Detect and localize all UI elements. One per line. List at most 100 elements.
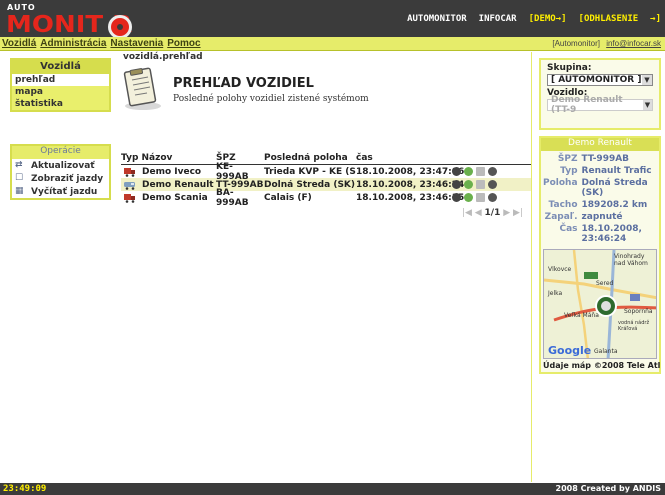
map-label: Sopornňa [624, 308, 653, 315]
op-show-trips[interactable]: ☐ Zobraziť jazdy [12, 172, 109, 185]
clock-icon[interactable] [464, 193, 473, 202]
table-row[interactable]: Demo Renault TT-999AB Dolná Streda (SK) … [121, 178, 531, 191]
detail-value: 18.10.2008, 23:46:24 [581, 224, 642, 244]
document-icon: ☐ [15, 173, 24, 183]
detail-value: TT-999AB [581, 154, 630, 164]
globe-icon[interactable] [452, 193, 461, 202]
globe-icon[interactable] [452, 167, 461, 176]
truck-icon [124, 167, 135, 177]
menu-nastavenia[interactable]: Nastavenia [110, 38, 163, 49]
vehicle-position: Dolná Streda (SK) [264, 179, 356, 190]
main-content: PREHĽAD VOZIDIEL Posledné polohy vozidie… [121, 62, 531, 482]
vehicle-name[interactable]: Demo Scania [142, 193, 208, 203]
map-label: Vlkovce [548, 266, 572, 273]
vehicle-map[interactable]: Vinohrady nad Váhom Vlkovce Sered Jelka … [543, 249, 657, 359]
nav-infocar-link[interactable]: INFOCAR [479, 14, 517, 24]
detail-row: Poloha Dolná Streda (SK) [541, 177, 659, 199]
vehicle-spz: KE-999AB [216, 161, 249, 182]
next-page-icon[interactable]: ▶ [503, 208, 510, 218]
vehicles-table: Typ Názov ŠPZ Posledná poloha čas Demo I… [121, 151, 531, 218]
list-icon[interactable] [476, 167, 485, 176]
col-type-name[interactable]: Typ Názov [121, 153, 216, 163]
main-menubar: Vozidlá Administrácia Nastavenia Pomoc [… [0, 37, 665, 51]
list-icon[interactable] [476, 180, 485, 189]
table-row[interactable]: Demo Scania BA-999AB Calais (F) 18.10.20… [121, 188, 531, 208]
nav-demo-link[interactable]: [DEMO→] [529, 14, 567, 24]
main-menu: Vozidlá Administrácia Nastavenia Pomoc [2, 38, 201, 49]
last-page-icon[interactable]: ▶| [513, 208, 523, 218]
nav-logout-link[interactable]: [ODHLASENIE [579, 14, 639, 24]
route-icon[interactable] [488, 180, 497, 189]
route-icon[interactable] [488, 167, 497, 176]
vehicle-spz: BA-999AB [216, 187, 249, 208]
created-by[interactable]: 2008 Created by ANDIS [556, 484, 661, 493]
group-select[interactable]: [ AUTOMONITOR ] ▼ [547, 74, 653, 86]
detail-key: Poloha [543, 178, 578, 188]
map-label: Galanta [594, 348, 618, 355]
menu-pomoc[interactable]: Pomoc [167, 38, 200, 49]
app-header: AUTO MONIT R AUTOMONITOR INFOCAR [DEMO→]… [0, 0, 665, 37]
user-account: [Automonitor] [552, 39, 600, 48]
filter-box: Skupina: [ AUTOMONITOR ] ▼ Vozidlo: Demo… [539, 58, 661, 130]
clock-icon[interactable] [464, 167, 473, 176]
sidebar-item-mapa[interactable]: mapa [12, 86, 109, 98]
app-footer: 23:49:09 2008 Created by ANDIS [0, 483, 665, 495]
operations-box: Operácie ⇄ Aktualizovať ☐ Zobraziť jazdy… [10, 144, 111, 200]
nav-logout-arrow[interactable]: →] [650, 14, 661, 24]
clock-icon[interactable] [464, 180, 473, 189]
detail-value: 189208.2 km [581, 200, 648, 210]
sidebar-item-statistika[interactable]: štatistika [12, 98, 109, 110]
vehicle-time: 18.10.2008, 23:46:15 [356, 192, 465, 203]
chevron-down-icon: ▼ [642, 75, 652, 85]
vehicles-nav-box: Vozidlá prehľad mapa štatistika [10, 58, 111, 112]
user-email-link[interactable]: info@infocar.sk [606, 39, 661, 48]
col-position[interactable]: Posledná poloha [264, 153, 356, 163]
op-refresh[interactable]: ⇄ Aktualizovať [12, 159, 109, 172]
detail-row: Typ Renault Trafic [541, 165, 659, 177]
pager: |◀ ◀ 1/1 ▶ ▶| [462, 208, 523, 218]
row-actions [452, 180, 527, 189]
logo-wheel-icon [108, 15, 132, 37]
vehicle-position: Trieda KVP - KE (SK) [264, 166, 356, 177]
op-refresh-label: Aktualizovať [31, 160, 95, 171]
route-icon[interactable] [488, 193, 497, 202]
right-sidebar: Skupina: [ AUTOMONITOR ] ▼ Vozidlo: Demo… [533, 52, 665, 482]
detail-key: Zapaľ. [544, 212, 578, 222]
list-icon[interactable] [476, 193, 485, 202]
table-row[interactable]: Demo Iveco KE-999AB Trieda KVP - KE (SK)… [121, 162, 531, 182]
van-icon [124, 181, 135, 190]
nav-automonitor-link[interactable]: AUTOMONITOR [407, 14, 467, 24]
vehicle-name[interactable]: Demo Iveco [142, 167, 201, 177]
group-select-value: [ AUTOMONITOR ] [551, 75, 642, 85]
col-time[interactable]: čas [356, 153, 452, 163]
globe-icon[interactable] [452, 180, 461, 189]
prev-page-icon[interactable]: ◀ [475, 208, 482, 218]
sidebar-item-prehlad[interactable]: prehľad [12, 74, 109, 86]
vehicle-name[interactable]: Demo Renault [142, 180, 214, 190]
google-logo[interactable]: Google [548, 344, 591, 357]
map-label: Jelka [548, 290, 563, 297]
top-navigation: AUTOMONITOR INFOCAR [DEMO→] [ODHLASENIE … [407, 14, 661, 24]
refresh-icon: ⇄ [15, 160, 23, 170]
op-read-trip-label: Vyčítať jazdu [31, 186, 98, 197]
first-page-icon[interactable]: |◀ [462, 208, 472, 218]
truck-icon [124, 193, 135, 203]
detail-row: Tacho 189208.2 km [541, 199, 659, 211]
row-actions [452, 167, 527, 176]
vehicle-position: Calais (F) [264, 192, 312, 203]
operations-title: Operácie [12, 146, 109, 159]
detail-value: Dolná Streda (SK) [581, 178, 648, 198]
vehicle-time: 18.10.2008, 23:46:24 [356, 179, 465, 190]
vehicle-detail-title: Demo Renault [541, 138, 659, 151]
vehicles-nav-title: Vozidlá [12, 60, 109, 74]
menu-vozidla[interactable]: Vozidlá [2, 38, 36, 49]
vehicle-select[interactable]: Demo Renault (TT-9 ▼ [547, 95, 653, 115]
page-subtitle: Posledné polohy vozidiel zistené systémo… [173, 94, 369, 104]
page-indicator: 1/1 [484, 208, 501, 218]
vehicle-select-value: Demo Renault (TT-9 [551, 95, 623, 115]
automonitor-logo[interactable]: AUTO MONIT R [4, 2, 164, 37]
op-read-trip[interactable]: ▦ Vyčítať jazdu [12, 185, 109, 198]
group-label: Skupina: [547, 63, 592, 73]
menu-administracia[interactable]: Administrácia [40, 38, 106, 49]
detail-key: ŠPZ [557, 154, 578, 164]
